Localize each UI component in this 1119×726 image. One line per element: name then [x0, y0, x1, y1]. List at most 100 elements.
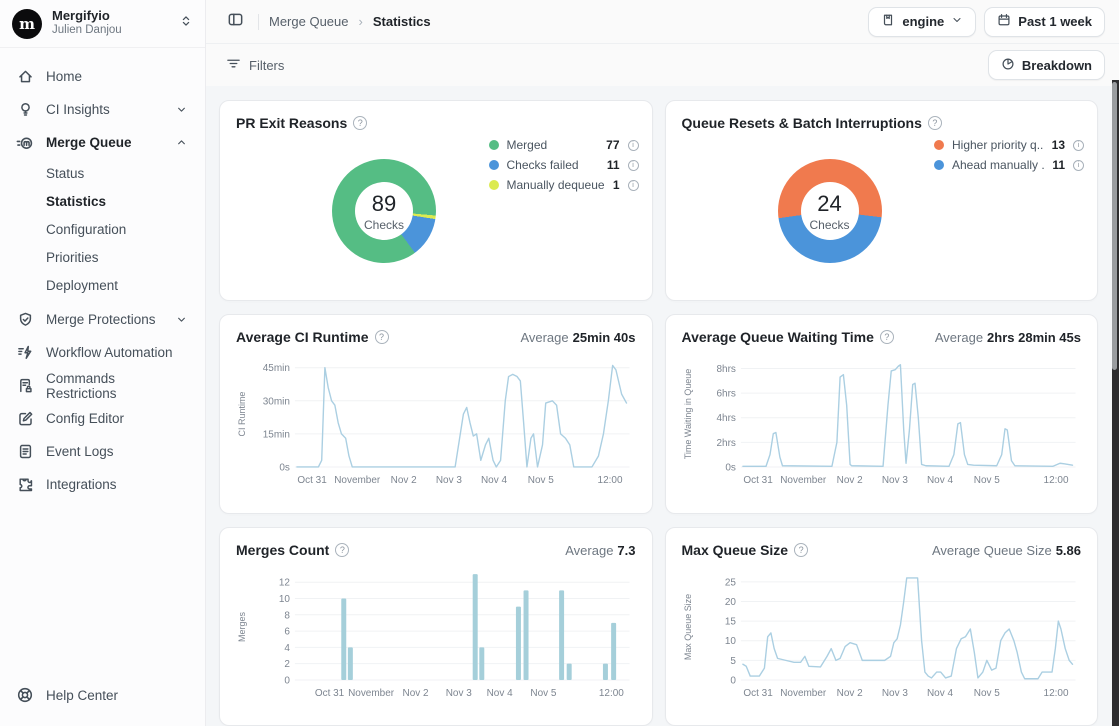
- sidebar-subitem-configuration[interactable]: Configuration: [8, 215, 197, 243]
- svg-text:Nov 3: Nov 3: [881, 475, 907, 486]
- sidebar-toggle-button[interactable]: [222, 9, 248, 35]
- svg-text:Nov 5: Nov 5: [973, 475, 999, 486]
- sidebar-item-event-logs[interactable]: Event Logs: [8, 435, 197, 468]
- sidebar-toggle-icon: [227, 11, 244, 33]
- average-value: Average7.3: [565, 543, 635, 558]
- svg-text:0s: 0s: [279, 462, 290, 473]
- help-center-link[interactable]: Help Center: [0, 686, 205, 726]
- chart-legend: Higher priority q... 13 i Ahead manually…: [934, 135, 1084, 175]
- legend-value: 77: [606, 138, 619, 152]
- sidebar-item-label: Merge Protections: [46, 312, 163, 327]
- breadcrumb-separator-icon: ›: [359, 14, 363, 29]
- chevron-down-icon: [175, 103, 189, 117]
- info-icon[interactable]: i: [1073, 160, 1084, 171]
- svg-text:4: 4: [284, 643, 290, 654]
- donut-chart: 24 Checks: [778, 159, 882, 263]
- org-switch-chevrons-icon: [179, 14, 193, 33]
- help-icon[interactable]: ?: [794, 543, 808, 557]
- sidebar-item-commands-restrictions[interactable]: Commands Restrictions: [8, 369, 197, 402]
- sidebar-item-ci-insights[interactable]: CI Insights: [8, 93, 197, 126]
- puzzle-icon: [16, 476, 34, 494]
- card-pr-exit-reasons: PR Exit Reasons ? 89 Checks Merged 77: [219, 100, 653, 301]
- scrollbar-thumb[interactable]: [1112, 82, 1117, 370]
- org-switcher[interactable]: m Mergifyio Julien Danjou: [0, 0, 205, 48]
- svg-text:Oct 31: Oct 31: [315, 688, 345, 699]
- svg-text:4hrs: 4hrs: [716, 413, 735, 424]
- sidebar-item-home[interactable]: Home: [8, 60, 197, 93]
- svg-text:10: 10: [724, 636, 736, 647]
- svg-text:12:00: 12:00: [598, 475, 623, 486]
- help-icon[interactable]: ?: [375, 330, 389, 344]
- sidebar-item-label: Home: [46, 69, 189, 84]
- info-icon[interactable]: i: [628, 180, 639, 191]
- info-icon[interactable]: i: [628, 140, 639, 151]
- sidebar-item-config-editor[interactable]: Config Editor: [8, 402, 197, 435]
- lifebuoy-icon: [16, 686, 34, 704]
- sidebar-item-label: Merge Queue: [46, 135, 163, 150]
- donut-total: 24: [817, 191, 841, 217]
- legend-item-checks-failed[interactable]: Checks failed 11 i: [489, 155, 639, 175]
- donut-total-label: Checks: [809, 218, 849, 232]
- top-bar: Merge Queue › Statistics engine Past 1 w…: [206, 0, 1119, 44]
- repository-select-button[interactable]: engine: [868, 7, 976, 37]
- sidebar-item-merge-queue[interactable]: Merge Queue: [8, 126, 197, 159]
- card-merges-count: Merges Count ? Average7.3 024681012Oct 3…: [219, 527, 653, 726]
- svg-text:12: 12: [279, 578, 291, 589]
- user-name: Julien Danjou: [52, 24, 169, 37]
- svg-text:20: 20: [724, 597, 736, 608]
- legend-value: 13: [1052, 138, 1065, 152]
- sidebar-subitem-deployment[interactable]: Deployment: [8, 271, 197, 299]
- sidebar-item-workflow-automation[interactable]: Workflow Automation: [8, 336, 197, 369]
- svg-text:15: 15: [724, 617, 736, 628]
- breadcrumb-current[interactable]: Statistics: [373, 14, 431, 29]
- legend-item-higher-priority[interactable]: Higher priority q... 13 i: [934, 135, 1084, 155]
- org-avatar-letter: m: [19, 15, 35, 33]
- legend-label: Ahead manually ...: [952, 158, 1044, 172]
- sidebar-item-label: Event Logs: [46, 444, 189, 459]
- sidebar-item-integrations[interactable]: Integrations: [8, 468, 197, 501]
- legend-item-manually-dequeued[interactable]: Manually dequeued 1 i: [489, 175, 639, 195]
- card-title: Max Queue Size: [682, 542, 789, 558]
- help-icon[interactable]: ?: [335, 543, 349, 557]
- lightbulb-icon: [16, 101, 34, 119]
- legend-item-merged[interactable]: Merged 77 i: [489, 135, 639, 155]
- sidebar-item-label: Workflow Automation: [46, 345, 189, 360]
- donut-total-label: Checks: [364, 218, 404, 232]
- svg-text:12:00: 12:00: [599, 688, 624, 699]
- legend-label: Merged: [507, 138, 599, 152]
- svg-text:45min: 45min: [263, 363, 290, 374]
- org-names: Mergifyio Julien Danjou: [52, 9, 169, 37]
- breakdown-button[interactable]: Breakdown: [988, 50, 1105, 80]
- scrollbar-track[interactable]: [1112, 80, 1119, 726]
- legend-dot: [934, 140, 944, 150]
- help-icon[interactable]: ?: [880, 330, 894, 344]
- filters-button[interactable]: Filters: [226, 56, 284, 74]
- help-icon[interactable]: ?: [928, 116, 942, 130]
- time-period-label: Past 1 week: [1018, 14, 1092, 29]
- document-lock-icon: [16, 377, 34, 395]
- sidebar-subitem-statistics[interactable]: Statistics: [8, 187, 197, 215]
- info-icon[interactable]: i: [628, 160, 639, 171]
- svg-text:0s: 0s: [725, 462, 736, 473]
- sidebar-subitem-priorities[interactable]: Priorities: [8, 243, 197, 271]
- time-period-button[interactable]: Past 1 week: [984, 7, 1105, 37]
- lightning-lines-icon: [16, 344, 34, 362]
- card-max-queue-size: Max Queue Size ? Average Queue Size5.86 …: [665, 527, 1099, 726]
- help-icon[interactable]: ?: [353, 116, 367, 130]
- org-name: Mergifyio: [52, 9, 169, 24]
- card-queue-resets: Queue Resets & Batch Interruptions ? 24 …: [665, 100, 1099, 301]
- sidebar-subitem-status[interactable]: Status: [8, 159, 197, 187]
- sidebar-item-merge-protections[interactable]: Merge Protections: [8, 303, 197, 336]
- legend-item-ahead-manually[interactable]: Ahead manually ... 11 i: [934, 155, 1084, 175]
- legend-value: 11: [607, 158, 620, 172]
- svg-text:Nov 4: Nov 4: [926, 688, 952, 699]
- breadcrumb-parent[interactable]: Merge Queue: [269, 14, 349, 29]
- sidebar: m Mergifyio Julien Danjou Home CI Insigh…: [0, 0, 206, 726]
- legend-label: Manually dequeued: [507, 178, 605, 192]
- legend-dot: [489, 140, 499, 150]
- donut-chart: 89 Checks: [332, 159, 436, 263]
- svg-text:Nov 2: Nov 2: [836, 688, 862, 699]
- card-title: Average CI Runtime: [236, 329, 369, 345]
- info-icon[interactable]: i: [1073, 140, 1084, 151]
- line-chart: 0s2hrs4hrs6hrs8hrsOct 31NovemberNov 2Nov…: [682, 349, 1082, 499]
